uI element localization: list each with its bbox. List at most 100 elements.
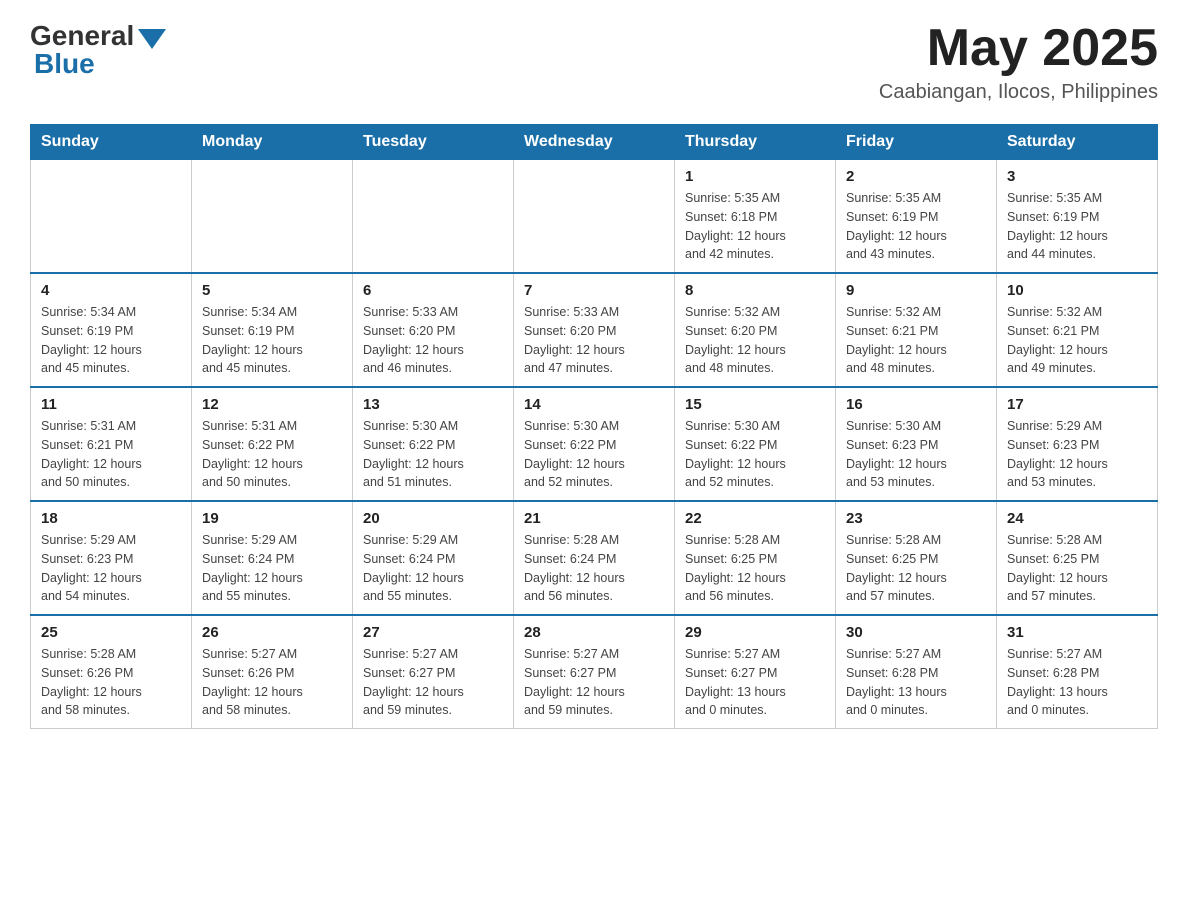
day-info: Sunrise: 5:33 AM Sunset: 6:20 PM Dayligh… bbox=[363, 303, 503, 378]
calendar-cell: 1Sunrise: 5:35 AM Sunset: 6:18 PM Daylig… bbox=[675, 160, 836, 274]
calendar-cell: 29 Sunrise: 5:27 AM Sunset: 6:27 PM Dayli… bbox=[675, 615, 836, 729]
calendar-cell: 13 Sunrise: 5:30 AM Sunset: 6:22 PM Dayli… bbox=[353, 387, 514, 501]
header-monday: Monday bbox=[192, 125, 353, 160]
day-number: 31 bbox=[1007, 624, 1147, 641]
day-number: 10 bbox=[1007, 282, 1147, 299]
week-row-1: 1Sunrise: 5:35 AM Sunset: 6:18 PM Daylig… bbox=[31, 160, 1158, 274]
day-number: 12 bbox=[202, 396, 342, 413]
day-number: 21 bbox=[524, 510, 664, 527]
calendar-cell: 15Sunrise: 5:30 AM Sunset: 6:22 PM Dayli… bbox=[675, 387, 836, 501]
day-number: 16 bbox=[846, 396, 986, 413]
month-title: May 2025 bbox=[879, 20, 1158, 77]
calendar-cell: 30Sunrise: 5:27 AM Sunset: 6:28 PM Dayli… bbox=[836, 615, 997, 729]
day-info: Sunrise: 5:30 AM Sunset: 6:22 PM Dayligh… bbox=[685, 417, 825, 492]
day-number: 3 bbox=[1007, 168, 1147, 185]
calendar-cell: 8 Sunrise: 5:32 AM Sunset: 6:20 PM Daylig… bbox=[675, 273, 836, 387]
day-info: Sunrise: 5:32 AM Sunset: 6:21 PM Dayligh… bbox=[846, 303, 986, 378]
calendar-header-row: Sunday Monday Tuesday Wednesday Thursday… bbox=[31, 125, 1158, 160]
day-number: 6 bbox=[363, 282, 503, 299]
week-row-5: 25 Sunrise: 5:28 AM Sunset: 6:26 PM Dayli… bbox=[31, 615, 1158, 729]
day-number: 25 bbox=[41, 624, 181, 641]
calendar-cell: 2 Sunrise: 5:35 AM Sunset: 6:19 PM Daylig… bbox=[836, 160, 997, 274]
day-info: Sunrise: 5:35 AM Sunset: 6:19 PM Dayligh… bbox=[1007, 189, 1147, 264]
calendar-cell: 6 Sunrise: 5:33 AM Sunset: 6:20 PM Daylig… bbox=[353, 273, 514, 387]
calendar-cell: 14 Sunrise: 5:30 AM Sunset: 6:22 PM Dayli… bbox=[514, 387, 675, 501]
day-number: 8 bbox=[685, 282, 825, 299]
calendar-cell bbox=[31, 160, 192, 274]
day-number: 18 bbox=[41, 510, 181, 527]
calendar-cell: 28Sunrise: 5:27 AM Sunset: 6:27 PM Dayli… bbox=[514, 615, 675, 729]
calendar-cell: 3 Sunrise: 5:35 AM Sunset: 6:19 PM Daylig… bbox=[997, 160, 1158, 274]
day-number: 23 bbox=[846, 510, 986, 527]
calendar-cell: 10Sunrise: 5:32 AM Sunset: 6:21 PM Dayli… bbox=[997, 273, 1158, 387]
day-number: 20 bbox=[363, 510, 503, 527]
day-info: Sunrise: 5:27 AM Sunset: 6:26 PM Dayligh… bbox=[202, 645, 342, 720]
day-info: Sunrise: 5:27 AM Sunset: 6:27 PM Dayligh… bbox=[685, 645, 825, 720]
calendar-cell: 7 Sunrise: 5:33 AM Sunset: 6:20 PM Daylig… bbox=[514, 273, 675, 387]
calendar-cell: 24Sunrise: 5:28 AM Sunset: 6:25 PM Dayli… bbox=[997, 501, 1158, 615]
calendar-cell: 23Sunrise: 5:28 AM Sunset: 6:25 PM Dayli… bbox=[836, 501, 997, 615]
calendar-cell: 26 Sunrise: 5:27 AM Sunset: 6:26 PM Dayli… bbox=[192, 615, 353, 729]
day-number: 2 bbox=[846, 168, 986, 185]
day-number: 19 bbox=[202, 510, 342, 527]
day-info: Sunrise: 5:34 AM Sunset: 6:19 PM Dayligh… bbox=[202, 303, 342, 378]
page-header: General Blue May 2025 Caabiangan, Ilocos… bbox=[30, 20, 1158, 104]
calendar-cell: 27 Sunrise: 5:27 AM Sunset: 6:27 PM Dayli… bbox=[353, 615, 514, 729]
day-info: Sunrise: 5:29 AM Sunset: 6:24 PM Dayligh… bbox=[363, 531, 503, 606]
calendar-cell: 20 Sunrise: 5:29 AM Sunset: 6:24 PM Dayli… bbox=[353, 501, 514, 615]
day-info: Sunrise: 5:30 AM Sunset: 6:23 PM Dayligh… bbox=[846, 417, 986, 492]
calendar-cell bbox=[192, 160, 353, 274]
logo-blue-text: Blue bbox=[34, 48, 95, 80]
day-number: 11 bbox=[41, 396, 181, 413]
calendar-cell: 5Sunrise: 5:34 AM Sunset: 6:19 PM Daylig… bbox=[192, 273, 353, 387]
day-info: Sunrise: 5:28 AM Sunset: 6:25 PM Dayligh… bbox=[1007, 531, 1147, 606]
calendar-cell: 31Sunrise: 5:27 AM Sunset: 6:28 PM Dayli… bbox=[997, 615, 1158, 729]
day-info: Sunrise: 5:35 AM Sunset: 6:18 PM Dayligh… bbox=[685, 189, 825, 264]
header-wednesday: Wednesday bbox=[514, 125, 675, 160]
day-info: Sunrise: 5:29 AM Sunset: 6:24 PM Dayligh… bbox=[202, 531, 342, 606]
logo-triangle-icon bbox=[138, 29, 166, 49]
day-number: 27 bbox=[363, 624, 503, 641]
calendar-cell: 9 Sunrise: 5:32 AM Sunset: 6:21 PM Daylig… bbox=[836, 273, 997, 387]
day-number: 29 bbox=[685, 624, 825, 641]
day-info: Sunrise: 5:32 AM Sunset: 6:20 PM Dayligh… bbox=[685, 303, 825, 378]
calendar-cell: 17Sunrise: 5:29 AM Sunset: 6:23 PM Dayli… bbox=[997, 387, 1158, 501]
day-info: Sunrise: 5:27 AM Sunset: 6:27 PM Dayligh… bbox=[524, 645, 664, 720]
day-info: Sunrise: 5:28 AM Sunset: 6:24 PM Dayligh… bbox=[524, 531, 664, 606]
week-row-4: 18 Sunrise: 5:29 AM Sunset: 6:23 PM Dayli… bbox=[31, 501, 1158, 615]
day-number: 14 bbox=[524, 396, 664, 413]
title-area: May 2025 Caabiangan, Ilocos, Philippines bbox=[879, 20, 1158, 104]
day-info: Sunrise: 5:27 AM Sunset: 6:27 PM Dayligh… bbox=[363, 645, 503, 720]
day-info: Sunrise: 5:31 AM Sunset: 6:21 PM Dayligh… bbox=[41, 417, 181, 492]
day-number: 22 bbox=[685, 510, 825, 527]
week-row-3: 11 Sunrise: 5:31 AM Sunset: 6:21 PM Dayli… bbox=[31, 387, 1158, 501]
day-number: 26 bbox=[202, 624, 342, 641]
calendar-cell: 25 Sunrise: 5:28 AM Sunset: 6:26 PM Dayli… bbox=[31, 615, 192, 729]
day-info: Sunrise: 5:29 AM Sunset: 6:23 PM Dayligh… bbox=[41, 531, 181, 606]
calendar-cell: 22 Sunrise: 5:28 AM Sunset: 6:25 PM Dayli… bbox=[675, 501, 836, 615]
calendar-cell: 12Sunrise: 5:31 AM Sunset: 6:22 PM Dayli… bbox=[192, 387, 353, 501]
calendar-cell: 21 Sunrise: 5:28 AM Sunset: 6:24 PM Dayli… bbox=[514, 501, 675, 615]
calendar-cell bbox=[514, 160, 675, 274]
header-thursday: Thursday bbox=[675, 125, 836, 160]
day-info: Sunrise: 5:33 AM Sunset: 6:20 PM Dayligh… bbox=[524, 303, 664, 378]
calendar-cell: 11 Sunrise: 5:31 AM Sunset: 6:21 PM Dayli… bbox=[31, 387, 192, 501]
calendar-cell: 16 Sunrise: 5:30 AM Sunset: 6:23 PM Dayli… bbox=[836, 387, 997, 501]
day-info: Sunrise: 5:30 AM Sunset: 6:22 PM Dayligh… bbox=[363, 417, 503, 492]
calendar-cell: 19 Sunrise: 5:29 AM Sunset: 6:24 PM Dayli… bbox=[192, 501, 353, 615]
day-info: Sunrise: 5:28 AM Sunset: 6:25 PM Dayligh… bbox=[685, 531, 825, 606]
calendar-cell: 4Sunrise: 5:34 AM Sunset: 6:19 PM Daylig… bbox=[31, 273, 192, 387]
day-info: Sunrise: 5:35 AM Sunset: 6:19 PM Dayligh… bbox=[846, 189, 986, 264]
day-number: 7 bbox=[524, 282, 664, 299]
day-number: 9 bbox=[846, 282, 986, 299]
day-info: Sunrise: 5:34 AM Sunset: 6:19 PM Dayligh… bbox=[41, 303, 181, 378]
calendar-cell: 18 Sunrise: 5:29 AM Sunset: 6:23 PM Dayli… bbox=[31, 501, 192, 615]
calendar-table: Sunday Monday Tuesday Wednesday Thursday… bbox=[30, 124, 1158, 729]
header-friday: Friday bbox=[836, 125, 997, 160]
day-info: Sunrise: 5:27 AM Sunset: 6:28 PM Dayligh… bbox=[846, 645, 986, 720]
day-number: 17 bbox=[1007, 396, 1147, 413]
logo: General Blue bbox=[30, 20, 166, 80]
day-info: Sunrise: 5:30 AM Sunset: 6:22 PM Dayligh… bbox=[524, 417, 664, 492]
day-info: Sunrise: 5:28 AM Sunset: 6:26 PM Dayligh… bbox=[41, 645, 181, 720]
day-number: 13 bbox=[363, 396, 503, 413]
